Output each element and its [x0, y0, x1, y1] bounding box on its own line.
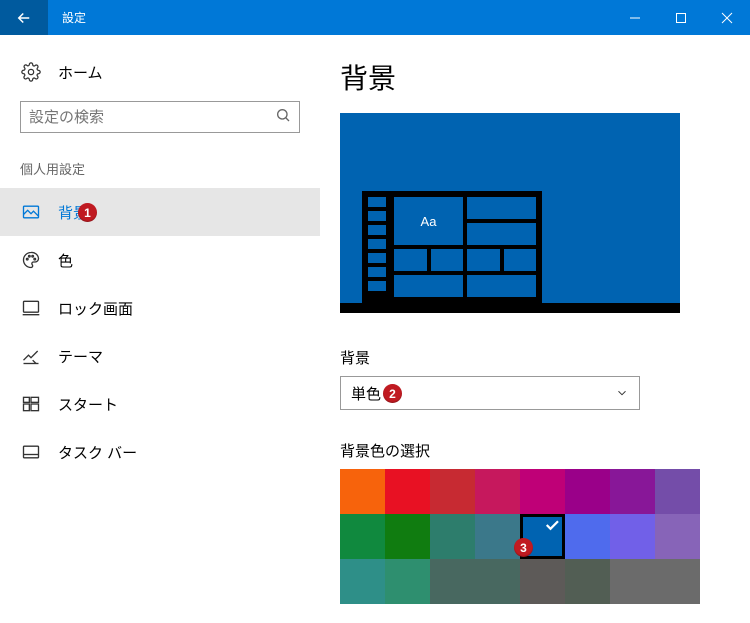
image-icon — [20, 201, 42, 223]
color-swatch[interactable] — [475, 469, 520, 514]
background-type-select[interactable]: 単色 2 — [340, 376, 640, 410]
color-swatch[interactable] — [385, 469, 430, 514]
sidebar-item-label: タスク バー — [58, 442, 137, 463]
home-link[interactable]: ホーム — [0, 57, 320, 101]
color-swatch[interactable] — [430, 469, 475, 514]
background-type-label: 背景 — [340, 347, 720, 368]
color-swatch[interactable] — [565, 469, 610, 514]
color-swatch[interactable] — [340, 469, 385, 514]
page-title: 背景 — [340, 57, 720, 97]
minimize-icon — [629, 12, 641, 24]
sidebar: ホーム 個人用設定 背景 1 色 — [0, 35, 320, 623]
category-label: 個人用設定 — [0, 159, 320, 188]
color-swatch[interactable] — [475, 514, 520, 559]
close-icon — [721, 12, 733, 24]
search-icon — [275, 107, 291, 128]
color-swatch[interactable] — [655, 559, 700, 604]
taskbar-icon — [20, 441, 42, 463]
color-swatch[interactable] — [430, 559, 475, 604]
sidebar-item-label: ロック画面 — [58, 298, 133, 319]
color-swatch[interactable] — [610, 469, 655, 514]
sidebar-item-label: 色 — [58, 250, 73, 271]
palette-icon — [20, 249, 42, 271]
back-button[interactable] — [0, 0, 48, 35]
sidebar-item-lock-screen[interactable]: ロック画面 — [0, 284, 320, 332]
sidebar-item-themes[interactable]: テーマ — [0, 332, 320, 380]
color-swatch-grid: 3 — [340, 469, 700, 604]
color-swatch[interactable] — [520, 469, 565, 514]
color-swatch[interactable] — [475, 559, 520, 604]
color-swatch[interactable] — [430, 514, 475, 559]
color-swatch[interactable] — [385, 514, 430, 559]
sidebar-item-colors[interactable]: 色 — [0, 236, 320, 284]
color-swatch[interactable] — [655, 514, 700, 559]
titlebar: 設定 — [0, 0, 750, 35]
sidebar-item-start[interactable]: スタート — [0, 380, 320, 428]
color-swatch[interactable] — [565, 514, 610, 559]
start-menu-preview: Aa — [362, 191, 542, 303]
settings-window: 設定 ホーム — [0, 0, 750, 623]
search-box[interactable] — [20, 101, 300, 133]
window-body: ホーム 個人用設定 背景 1 色 — [0, 35, 750, 623]
minimize-button[interactable] — [612, 0, 658, 35]
color-swatch[interactable]: 3 — [520, 514, 565, 559]
color-swatch[interactable] — [655, 469, 700, 514]
theme-icon — [20, 345, 42, 367]
background-type-value: 単色 — [351, 383, 381, 404]
color-swatch[interactable] — [340, 514, 385, 559]
chevron-down-icon — [615, 386, 629, 400]
window-title: 設定 — [48, 0, 100, 35]
lock-screen-icon — [20, 297, 42, 319]
maximize-icon — [675, 12, 687, 24]
color-swatch[interactable] — [385, 559, 430, 604]
color-swatch[interactable] — [565, 559, 610, 604]
annotation-badge-2: 2 — [383, 384, 402, 403]
close-button[interactable] — [704, 0, 750, 35]
content-pane: 背景 Aa — [320, 35, 750, 623]
annotation-badge-3: 3 — [514, 538, 533, 557]
search-input[interactable] — [29, 109, 267, 126]
color-section-label: 背景色の選択 — [340, 440, 720, 461]
sidebar-item-label: テーマ — [58, 346, 103, 367]
sidebar-item-taskbar[interactable]: タスク バー — [0, 428, 320, 476]
color-swatch[interactable] — [340, 559, 385, 604]
color-swatch[interactable] — [610, 559, 655, 604]
taskbar-preview — [340, 303, 680, 313]
arrow-left-icon — [15, 9, 33, 27]
start-icon — [20, 393, 42, 415]
annotation-badge-1: 1 — [78, 203, 97, 222]
color-swatch[interactable] — [610, 514, 655, 559]
gear-icon — [20, 61, 42, 83]
maximize-button[interactable] — [658, 0, 704, 35]
preview-sample-text: Aa — [394, 197, 463, 245]
color-swatch[interactable] — [520, 559, 565, 604]
background-preview: Aa — [340, 113, 680, 313]
check-icon — [543, 516, 561, 534]
home-label: ホーム — [58, 62, 103, 83]
sidebar-item-label: スタート — [58, 394, 118, 415]
sidebar-item-background[interactable]: 背景 1 — [0, 188, 320, 236]
